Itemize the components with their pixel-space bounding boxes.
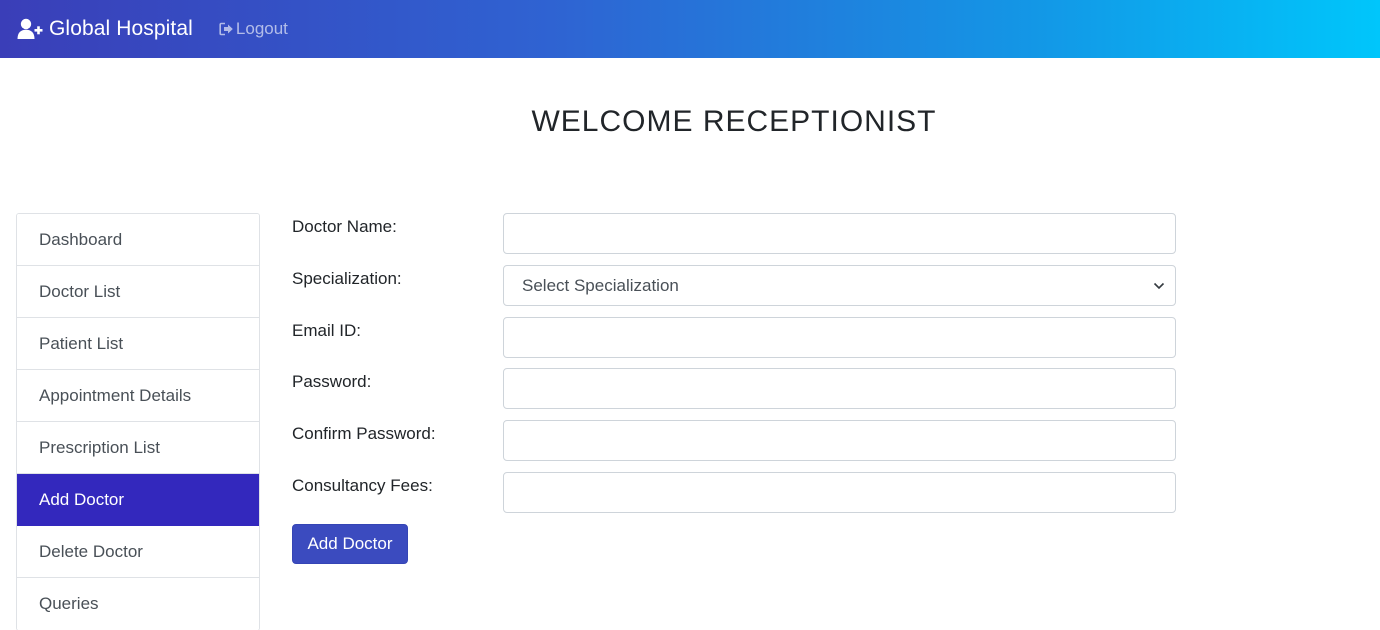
sidebar-item-patient-list[interactable]: Patient List — [17, 318, 259, 370]
top-navbar: Global Hospital Logout — [0, 0, 1380, 58]
password-row: Password: — [292, 368, 1176, 409]
specialization-row: Specialization: Select Specialization — [292, 265, 1176, 306]
password-input[interactable] — [503, 368, 1176, 409]
brand-name: Global Hospital — [49, 17, 193, 40]
specialization-selected-value: Select Specialization — [522, 275, 679, 295]
email-row: Email ID: — [292, 317, 1176, 358]
logout-link[interactable]: Logout — [219, 19, 288, 39]
user-plus-icon — [17, 18, 43, 39]
brand-link[interactable]: Global Hospital — [17, 17, 193, 41]
specialization-label: Specialization: — [292, 269, 402, 288]
add-doctor-button[interactable]: Add Doctor — [292, 524, 408, 564]
sidebar-item-add-doctor[interactable]: Add Doctor — [17, 474, 259, 526]
logout-label: Logout — [235, 19, 288, 38]
sign-out-icon — [219, 22, 233, 36]
sidebar-item-appointment-details[interactable]: Appointment Details — [17, 370, 259, 422]
sidebar-item-queries[interactable]: Queries — [17, 578, 259, 630]
page-title: WELCOME RECEPTIONIST — [531, 105, 937, 138]
sidebar-item-doctor-list[interactable]: Doctor List — [17, 266, 259, 318]
doctor-name-label: Doctor Name: — [292, 217, 397, 236]
email-label: Email ID: — [292, 321, 361, 340]
consultancy-fees-label: Consultancy Fees: — [292, 476, 433, 495]
sidebar-menu: Dashboard Doctor List Patient List Appoi… — [16, 213, 260, 630]
sidebar-item-prescription-list[interactable]: Prescription List — [17, 422, 259, 474]
doctor-name-row: Doctor Name: — [292, 213, 1176, 254]
consultancy-fees-input[interactable] — [503, 472, 1176, 513]
confirm-password-label: Confirm Password: — [292, 424, 436, 443]
chevron-down-icon — [1153, 282, 1165, 289]
sidebar-item-delete-doctor[interactable]: Delete Doctor — [17, 526, 259, 578]
email-input[interactable] — [503, 317, 1176, 358]
confirm-password-input[interactable] — [503, 420, 1176, 461]
specialization-select[interactable]: Select Specialization — [503, 265, 1176, 306]
password-label: Password: — [292, 372, 372, 391]
consultancy-fees-row: Consultancy Fees: — [292, 472, 1176, 513]
doctor-name-input[interactable] — [503, 213, 1176, 254]
confirm-password-row: Confirm Password: — [292, 420, 1176, 461]
sidebar-item-dashboard[interactable]: Dashboard — [17, 214, 259, 266]
